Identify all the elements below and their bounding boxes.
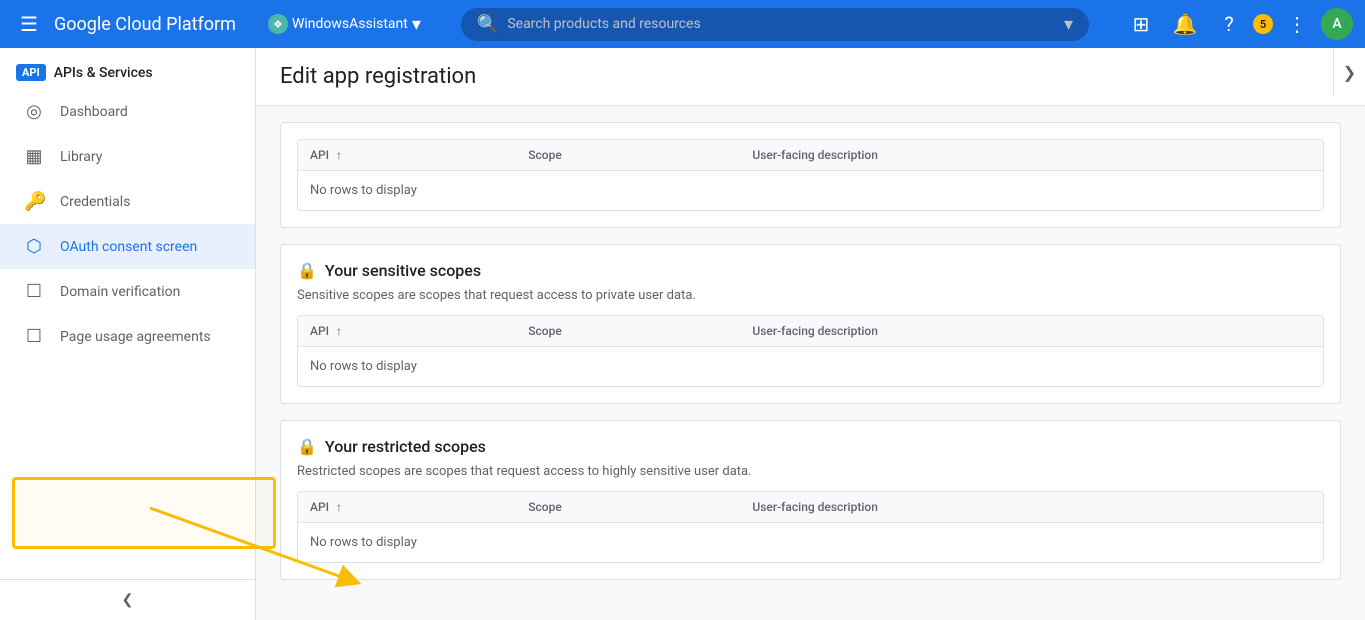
top-table-empty: No rows to display — [298, 171, 1323, 211]
sensitive-col-api[interactable]: API ↑ — [298, 316, 516, 347]
sidebar-label-oauth: OAuth consent screen — [60, 239, 197, 255]
sidebar-label-page-usage: Page usage agreements — [60, 329, 211, 345]
sidebar-label-library: Library — [60, 149, 102, 165]
restricted-col-desc: User-facing description — [740, 492, 1323, 523]
sidebar-collapse-button[interactable]: ❮ — [0, 579, 255, 620]
right-panel-collapse-button[interactable]: ❯ — [1333, 48, 1365, 96]
table-row: No rows to display — [298, 523, 1323, 563]
sidebar-header: API APIs & Services — [0, 48, 255, 89]
sidebar-service-title: APIs & Services — [54, 65, 153, 81]
logo-text: Google Cloud Platform — [54, 14, 236, 35]
api-badge: API — [16, 64, 46, 81]
sidebar-bottom: ❮ — [0, 579, 255, 620]
right-collapse-icon: ❯ — [1343, 63, 1356, 82]
hamburger-menu-icon[interactable]: ☰ — [12, 4, 46, 44]
sidebar-item-dashboard[interactable]: ◎ Dashboard — [0, 89, 255, 134]
sensitive-sort-arrow-icon: ↑ — [336, 324, 342, 338]
cancel-button[interactable]: CANCEL — [475, 612, 567, 620]
sidebar-nav: ◎ Dashboard ▦ Library 🔑 Credentials ⬡ OA… — [0, 89, 255, 579]
sensitive-section-title: 🔒 Your sensitive scopes — [297, 261, 1324, 280]
more-options-icon[interactable]: ⋮ — [1277, 4, 1317, 44]
sensitive-scopes-table-container: API ↑ Scope User-facing description No r… — [297, 315, 1324, 387]
search-placeholder-text: Search products and resources — [507, 16, 1056, 32]
table-row: No rows to display — [298, 347, 1323, 387]
search-icon: 🔍 — [477, 14, 499, 35]
collapse-icon: ❮ — [122, 592, 134, 608]
project-initial: ❖ — [273, 18, 283, 31]
restricted-scopes-section: 🔒 Your restricted scopes Restricted scop… — [280, 420, 1341, 580]
sidebar: API APIs & Services ◎ Dashboard ▦ Librar… — [0, 48, 256, 620]
sidebar-label-domain: Domain verification — [60, 284, 180, 300]
restricted-table-header-row: API ↑ Scope User-facing description — [298, 492, 1323, 523]
restricted-title-text: Your restricted scopes — [325, 437, 486, 456]
sensitive-scopes-table: API ↑ Scope User-facing description No r… — [298, 316, 1323, 386]
search-bar[interactable]: 🔍 Search products and resources ▾ — [461, 8, 1089, 41]
main-body: API ↑ Scope User-facing description No r… — [256, 106, 1365, 620]
app-layout: API APIs & Services ◎ Dashboard ▦ Librar… — [0, 48, 1365, 620]
sensitive-lock-icon: 🔒 — [297, 261, 317, 280]
user-avatar[interactable]: A — [1321, 8, 1353, 40]
restricted-col-api[interactable]: API ↑ — [298, 492, 516, 523]
top-scopes-table-container: API ↑ Scope User-facing description No r… — [297, 139, 1324, 211]
apps-icon[interactable]: ⊞ — [1121, 4, 1161, 44]
restricted-scopes-table-container: API ↑ Scope User-facing description No r… — [297, 491, 1324, 563]
sidebar-item-oauth[interactable]: ⬡ OAuth consent screen — [0, 224, 255, 269]
sidebar-item-page-usage[interactable]: ☐ Page usage agreements — [0, 314, 255, 359]
main-header: Edit app registration — [256, 48, 1365, 106]
sensitive-table-empty: No rows to display — [298, 347, 1323, 387]
library-icon: ▦ — [24, 146, 44, 167]
help-icon[interactable]: ? — [1209, 4, 1249, 44]
sensitive-title-text: Your sensitive scopes — [325, 261, 481, 280]
restricted-sort-arrow-icon: ↑ — [336, 500, 342, 514]
page-title: Edit app registration — [280, 64, 1341, 89]
restricted-scopes-table: API ↑ Scope User-facing description No r… — [298, 492, 1323, 562]
sensitive-scopes-section: 🔒 Your sensitive scopes Sensitive scopes… — [280, 244, 1341, 404]
top-col-desc: User-facing description — [740, 140, 1323, 171]
top-navigation: ☰ Google Cloud Platform ❖ WindowsAssista… — [0, 0, 1365, 48]
search-expand-icon: ▾ — [1064, 14, 1073, 35]
annotation-box-save — [256, 477, 276, 549]
project-name: WindowsAssistant — [292, 16, 408, 32]
save-and-continue-button[interactable]: SAVE AND CONTINUE — [280, 612, 467, 620]
top-scopes-table: API ↑ Scope User-facing description No r… — [298, 140, 1323, 210]
project-icon: ❖ — [268, 14, 288, 34]
top-col-api[interactable]: API ↑ — [298, 140, 516, 171]
sensitive-description: Sensitive scopes are scopes that request… — [297, 288, 1324, 303]
dashboard-icon: ◎ — [24, 101, 44, 122]
user-badge[interactable]: 5 — [1253, 14, 1273, 34]
sensitive-col-scope: Scope — [516, 316, 740, 347]
top-col-scope: Scope — [516, 140, 740, 171]
project-chevron-down-icon: ▾ — [412, 14, 421, 35]
sidebar-item-domain[interactable]: ☐ Domain verification — [0, 269, 255, 314]
restricted-description: Restricted scopes are scopes that reques… — [297, 464, 1324, 479]
table-row: No rows to display — [298, 171, 1323, 211]
top-table-header-row: API ↑ Scope User-facing description — [298, 140, 1323, 171]
notifications-icon[interactable]: 🔔 — [1165, 4, 1205, 44]
logo: Google Cloud Platform — [54, 14, 236, 35]
oauth-icon: ⬡ — [24, 236, 44, 257]
restricted-table-empty: No rows to display — [298, 523, 1323, 563]
domain-icon: ☐ — [24, 281, 44, 302]
topnav-right-actions: ⊞ 🔔 ? 5 ⋮ A — [1121, 4, 1353, 44]
main-content: Edit app registration API ↑ Scope User-f… — [256, 48, 1365, 620]
sidebar-item-library[interactable]: ▦ Library — [0, 134, 255, 179]
scopes-top-section: API ↑ Scope User-facing description No r… — [280, 122, 1341, 228]
sidebar-label-dashboard: Dashboard — [60, 104, 128, 120]
sensitive-table-header-row: API ↑ Scope User-facing description — [298, 316, 1323, 347]
credentials-icon: 🔑 — [24, 191, 44, 212]
page-usage-icon: ☐ — [24, 326, 44, 347]
sensitive-col-desc: User-facing description — [740, 316, 1323, 347]
sort-arrow-icon: ↑ — [336, 148, 342, 162]
restricted-section-title: 🔒 Your restricted scopes — [297, 437, 1324, 456]
bottom-actions: SAVE AND CONTINUE CANCEL — [280, 596, 1341, 620]
project-selector[interactable]: ❖ WindowsAssistant ▾ — [260, 10, 429, 39]
restricted-lock-icon: 🔒 — [297, 437, 317, 456]
restricted-col-scope: Scope — [516, 492, 740, 523]
sidebar-label-credentials: Credentials — [60, 194, 130, 210]
sidebar-item-credentials[interactable]: 🔑 Credentials — [0, 179, 255, 224]
